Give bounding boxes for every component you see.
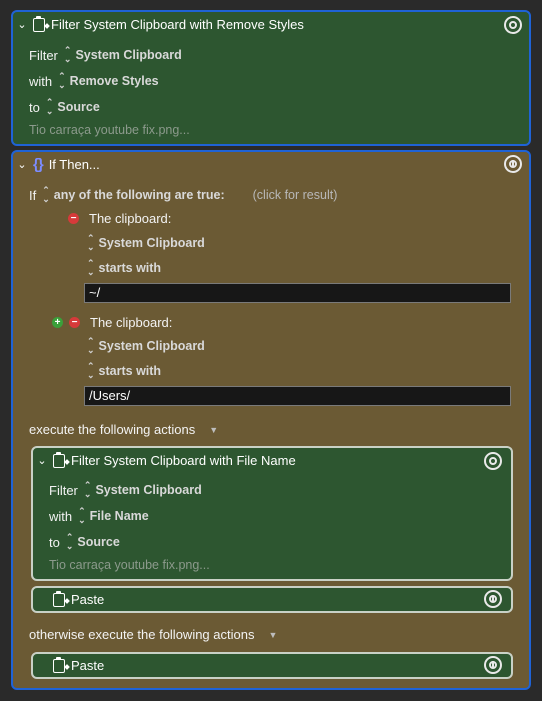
add-condition-icon[interactable]: + [52,317,63,328]
if-label: If [29,187,37,203]
destination-select[interactable]: ⌃ ⌄ Source [46,98,100,116]
execute-actions-label: execute the following actions [29,422,196,437]
if-then-action[interactable]: ⌄ {} If Then... If ⌃ ⌄ any of the followi… [11,150,531,690]
disclosure-triangle-icon[interactable]: ▼ [268,630,277,640]
action-title: Filter System Clipboard with File Name [71,453,296,468]
filter-label: Filter [29,47,58,63]
collapse-chevron-icon[interactable]: ⌄ [17,18,27,31]
updown-arrows-icon: ⌃ ⌄ [42,185,50,204]
updown-arrows-icon: ⌃ ⌄ [78,506,86,525]
action-title: Paste [71,658,105,673]
collapse-chevron-icon[interactable]: ⌄ [17,158,27,171]
disclosure-triangle-icon[interactable]: ▼ [209,425,218,435]
action-title: Paste [71,592,105,607]
condition-value-field[interactable]: /Users/ [84,386,511,406]
collapse-chevron-icon[interactable]: ⌄ [37,454,47,467]
updown-arrows-icon: ⌃ ⌄ [63,45,72,64]
filter-action-file-name[interactable]: ⌄ Filter System Clipboard with File Name… [31,446,513,581]
updown-arrows-icon: ⌃ ⌄ [58,71,66,90]
clipboard-paste-icon [53,590,65,607]
remove-condition-icon[interactable]: − [69,317,80,328]
updown-arrows-icon: ⌃ ⌄ [87,336,95,355]
click-for-result-link[interactable]: (click for result) [253,188,338,202]
updown-arrows-icon: ⌃ ⌄ [65,532,74,551]
filter-source-select[interactable]: ⌃ ⌄ System Clipboard [84,481,202,499]
action-title: If Then... [48,157,100,172]
paste-action[interactable]: Paste [31,586,513,613]
condition-mode-select[interactable]: ⌃ ⌄ any of the following are true: [42,186,224,204]
updown-arrows-icon: ⌃ ⌄ [45,97,54,116]
filter-action-remove-styles[interactable]: ⌄ Filter System Clipboard with Remove St… [11,10,531,146]
clipboard-source-select[interactable]: ⌃ ⌄ System Clipboard [87,337,205,355]
gear-clock-icon[interactable] [484,656,502,674]
condition-label: The clipboard: [89,211,172,226]
gear-clock-icon[interactable] [484,590,502,608]
updown-arrows-icon: ⌃ ⌄ [87,258,95,277]
with-label: with [29,73,53,89]
condition-value-field[interactable]: ~/ [84,283,511,303]
braces-icon: {} [33,156,44,173]
paste-action[interactable]: Paste [31,652,513,679]
otherwise-actions-label: otherwise execute the following actions [29,627,255,642]
updown-arrows-icon: ⌃ ⌄ [87,233,95,252]
updown-arrows-icon: ⌃ ⌄ [87,361,95,380]
remove-condition-icon[interactable]: − [68,213,79,224]
result-preview: Tio carraça youtube fix.png... [49,558,210,572]
result-preview: Tio carraça youtube fix.png... [29,123,190,137]
to-label: to [49,534,60,550]
filter-type-select[interactable]: ⌃ ⌄ Remove Styles [58,72,158,90]
clipboard-filter-icon [33,15,45,32]
filter-label: Filter [49,482,78,498]
gear-icon[interactable] [484,452,502,470]
clipboard-source-select[interactable]: ⌃ ⌄ System Clipboard [87,234,205,252]
gear-icon[interactable] [504,16,522,34]
filter-source-select[interactable]: ⌃ ⌄ System Clipboard [64,46,182,64]
gear-clock-icon[interactable] [504,155,522,173]
filter-type-select[interactable]: ⌃ ⌄ File Name [78,507,149,525]
action-title: Filter System Clipboard with Remove Styl… [51,17,304,32]
condition-operator-select[interactable]: ⌃ ⌄ starts with [87,362,161,380]
updown-arrows-icon: ⌃ ⌄ [83,480,92,499]
condition-label: The clipboard: [90,315,173,330]
to-label: to [29,99,40,115]
clipboard-filter-icon [53,451,65,468]
with-label: with [49,508,73,524]
condition-operator-select[interactable]: ⌃ ⌄ starts with [87,259,161,277]
clipboard-paste-icon [53,656,65,673]
destination-select[interactable]: ⌃ ⌄ Source [66,533,120,551]
